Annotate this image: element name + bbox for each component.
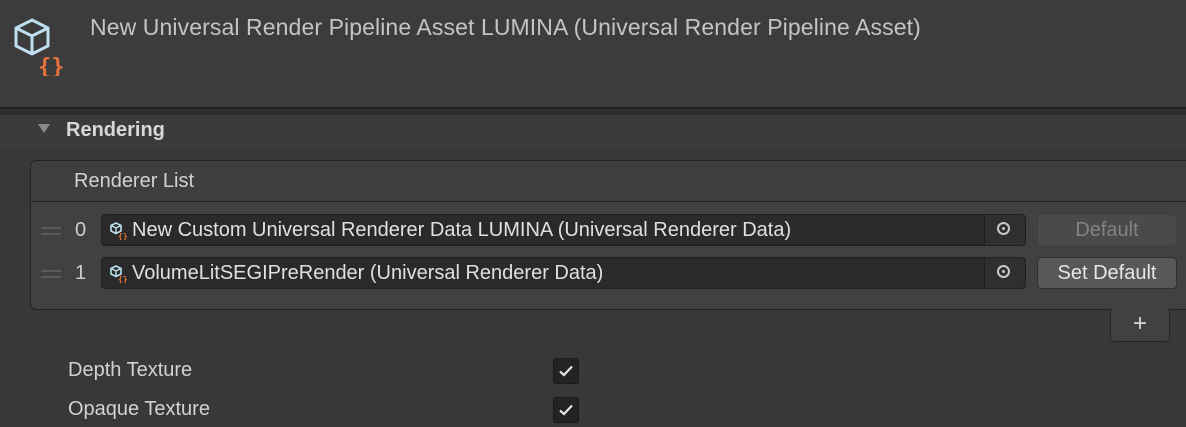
add-renderer-button[interactable]: + (1110, 308, 1170, 342)
depth-texture-checkbox[interactable] (553, 358, 579, 384)
list-item: 0 {} New Custom Universal Renderer Data … (31, 214, 1186, 250)
foldout-arrow-icon[interactable] (38, 124, 50, 133)
opaque-texture-checkbox[interactable] (553, 397, 579, 423)
object-picker-button[interactable] (984, 258, 1025, 288)
renderer-list: Renderer List 0 {} New Custom Universal … (30, 160, 1186, 310)
drag-handle-icon[interactable] (41, 270, 61, 278)
svg-text:{}: {} (118, 275, 128, 283)
opaque-texture-label: Opaque Texture (68, 398, 210, 420)
renderer-name: VolumeLitSEGIPreRender (Universal Render… (132, 262, 604, 284)
renderer-data-icon: {} (110, 265, 128, 283)
checkmark-icon (559, 365, 573, 377)
renderer-object-field[interactable]: {} VolumeLitSEGIPreRender (Universal Ren… (101, 257, 1026, 289)
inspector-header: {} New Universal Render Pipeline Asset L… (0, 0, 1186, 109)
depth-texture-label: Depth Texture (68, 359, 193, 381)
section-label: Rendering (66, 119, 165, 141)
page-title: New Universal Render Pipeline Asset LUMI… (90, 14, 921, 40)
target-icon (997, 222, 1010, 235)
renderer-name: New Custom Universal Renderer Data LUMIN… (132, 219, 792, 241)
plus-icon: + (1133, 310, 1148, 337)
list-item: 1 {} VolumeLitSEGIPreRender (Universal R… (31, 257, 1186, 293)
list-item-index: 0 (75, 219, 87, 241)
object-picker-button[interactable] (984, 215, 1025, 245)
renderer-list-header: Renderer List (31, 161, 1186, 202)
svg-text:{}: {} (38, 55, 65, 76)
rendering-foldout[interactable]: Rendering (0, 115, 1186, 147)
list-item-index: 1 (75, 262, 87, 284)
drag-handle-icon[interactable] (41, 227, 61, 235)
target-icon (997, 265, 1010, 278)
urp-asset-icon: {} (14, 18, 65, 76)
checkmark-icon (559, 404, 573, 416)
set-default-button[interactable]: Set Default (1037, 257, 1177, 289)
renderer-data-icon: {} (110, 222, 128, 240)
svg-text:{}: {} (118, 232, 128, 240)
renderer-object-field[interactable]: {} New Custom Universal Renderer Data LU… (101, 214, 1026, 246)
default-button: Default (1037, 214, 1177, 246)
renderer-list-label: Renderer List (74, 170, 195, 192)
